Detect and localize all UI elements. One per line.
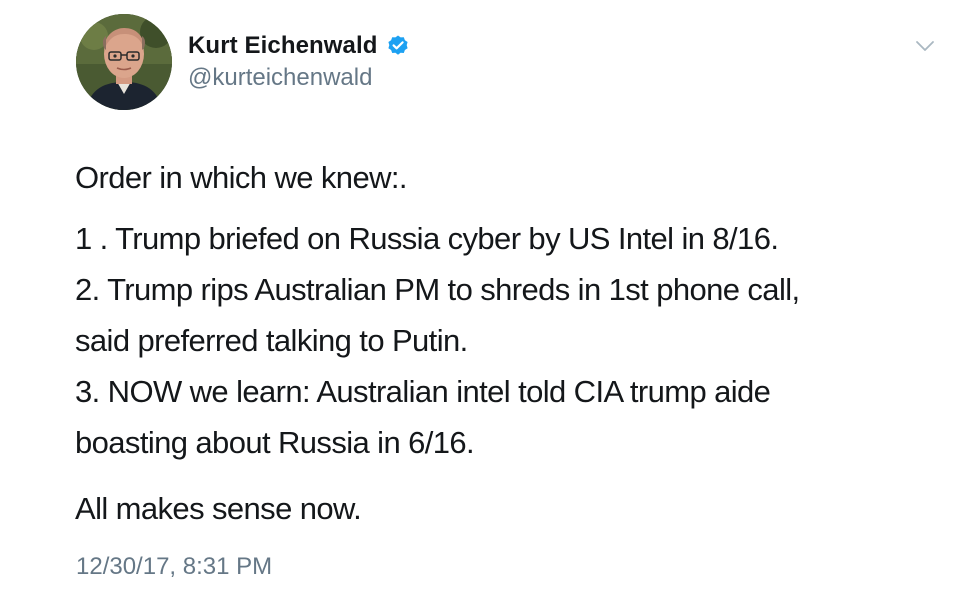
tweet-closing: All makes sense now. [75,491,362,526]
avatar[interactable] [76,14,172,110]
tweet-intro: Order in which we knew:. [75,160,408,195]
tweet-text: Order in which we knew:. 1 . Trump brief… [75,152,935,534]
verified-badge-icon [386,34,410,58]
tweet-timestamp[interactable]: 12/30/17, 8:31 PM [76,553,272,581]
tweet-line: 2. Trump rips Australian PM to shreds in… [75,272,800,307]
tweet-line: 3. NOW we learn: Australian intel told C… [75,374,771,409]
tweet-line: boasting about Russia in 6/16. [75,425,475,460]
profile-photo-icon [76,14,172,110]
tweet-card: Kurt Eichenwald @kurteichenwald Order in… [0,0,980,595]
tweet-line: said preferred talking to Putin. [75,323,468,358]
author-handle[interactable]: @kurteichenwald [188,64,372,92]
tweet-line: 1 . Trump briefed on Russia cyber by US … [75,221,779,256]
chevron-down-icon[interactable] [915,38,935,54]
author-name-row: Kurt Eichenwald [188,31,410,61]
author-name[interactable]: Kurt Eichenwald [188,32,378,60]
